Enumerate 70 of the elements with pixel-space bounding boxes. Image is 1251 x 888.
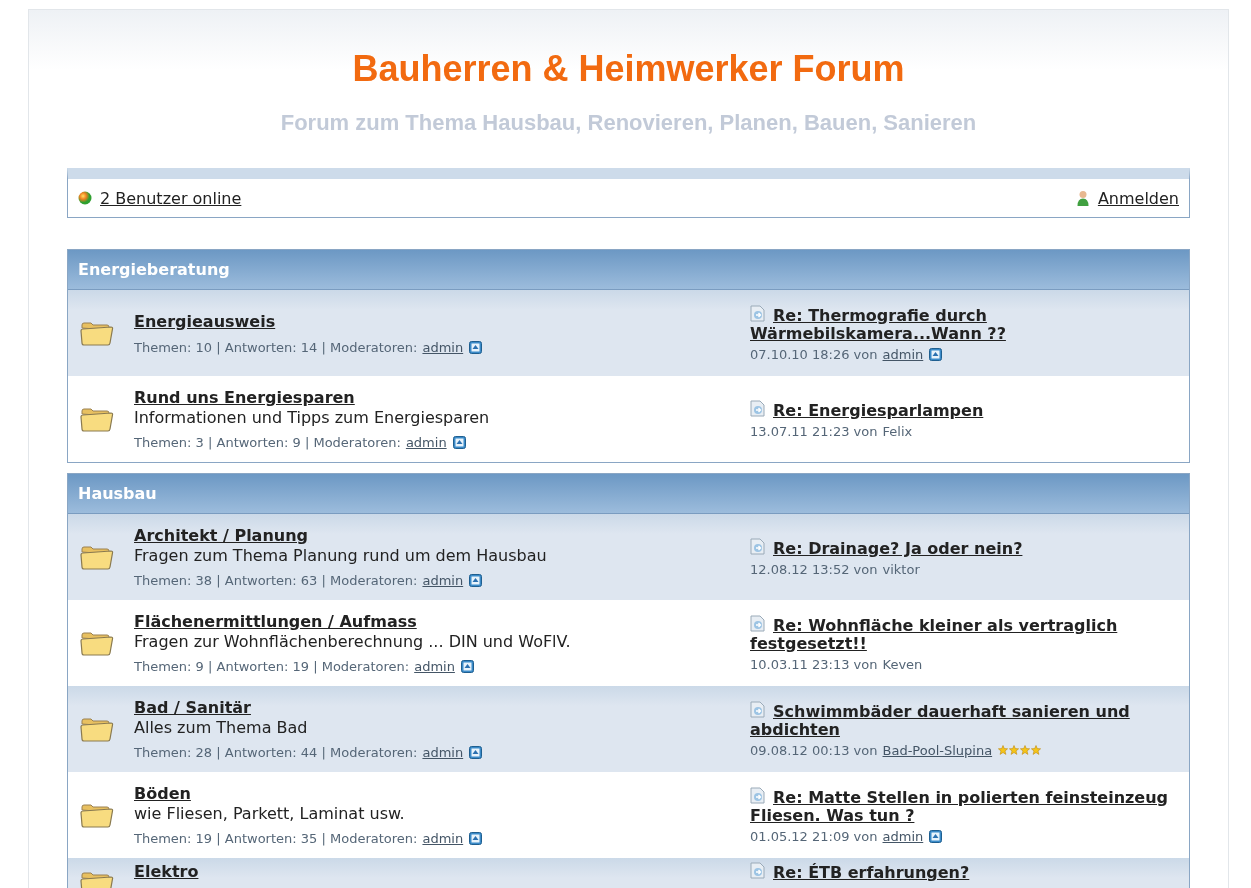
profile-icon	[469, 746, 483, 759]
forum-title-link[interactable]: Flächenermittlungen / Aufmass	[134, 612, 750, 632]
forum-title-link[interactable]: Bad / Sanitär	[134, 698, 750, 718]
forum-title-link[interactable]: Energieausweis	[134, 311, 750, 332]
users-online-link[interactable]: 2 Benutzer online	[100, 188, 242, 208]
last-post-link[interactable]: Re: Thermografie durch Wärmebilskamera...Wann ??	[750, 304, 1169, 343]
forum-description: Fragen zur Wohnflächenberechnung ... DIN und WoFlV.	[134, 632, 572, 651]
user-icon	[1075, 190, 1090, 206]
forum-description: wie Fliesen, Parkett, Laminat usw.	[134, 804, 406, 823]
folder-icon	[80, 543, 114, 571]
forum-title-link[interactable]: Rund uns Energiesparen	[134, 388, 750, 408]
post-date: 12.08.12 13:52 von	[750, 561, 878, 577]
last-post-link[interactable]: Re: ÉTB erfahrungen?	[750, 862, 1169, 882]
author-name: Felix	[882, 423, 913, 439]
forum-stats: Themen: 28 | Antworten: 44 | Moderatoren:	[134, 745, 418, 760]
last-post-link[interactable]: Re: Matte Stellen in polierten feinsteinzeug Fliesen. Was tun ?	[750, 786, 1169, 825]
post-date: 07.10.10 18:26 von	[750, 346, 878, 362]
forum-description: Informationen und Tipps zum Energiesparen	[134, 408, 491, 427]
section-header: Energieberatung	[68, 250, 1189, 290]
forum-stats: Themen: 3 | Antworten: 9 | Moderatoren:	[134, 435, 401, 450]
author-link[interactable]: admin	[882, 828, 924, 844]
profile-icon	[469, 340, 483, 354]
post-icon	[750, 399, 765, 417]
post-icon	[750, 862, 765, 879]
author-name: viktor	[882, 561, 920, 577]
author-link[interactable]: Bad-Pool-Slupina	[882, 742, 993, 758]
online-status-icon	[78, 191, 92, 205]
post-date: 13.07.11 21:23 von	[750, 423, 878, 439]
login-link[interactable]: Anmelden	[1097, 188, 1179, 208]
post-date: 10.03.11 23:13 von	[750, 656, 878, 672]
forum-title: Bauherren & Heimwerker Forum	[351, 47, 906, 90]
moderator-link[interactable]: admin	[422, 339, 464, 355]
profile-icon	[469, 574, 483, 587]
post-icon	[750, 614, 765, 632]
moderator-link[interactable]: admin	[422, 745, 464, 760]
section-header: Hausbau	[68, 474, 1189, 514]
post-icon	[750, 304, 765, 322]
post-date: 09.08.12 00:13 von	[750, 742, 878, 758]
moderator-link[interactable]: admin	[422, 573, 464, 588]
post-icon	[750, 786, 765, 804]
post-icon	[750, 537, 765, 555]
forum-title-link[interactable]: Elektro	[134, 862, 750, 882]
forum-stats: Themen: 38 | Antworten: 63 | Moderatoren:	[134, 573, 418, 588]
last-post-link[interactable]: Re: Energiesparlampen	[750, 399, 1169, 420]
profile-icon	[469, 832, 483, 845]
forum-title-link[interactable]: Architekt / Planung	[134, 526, 750, 546]
profile-icon	[452, 436, 466, 449]
folder-icon	[80, 715, 114, 743]
folder-icon	[80, 319, 114, 347]
forum-title-link[interactable]: Böden	[134, 784, 750, 804]
author-name: Keven	[882, 656, 923, 672]
profile-icon	[460, 660, 474, 673]
author-link[interactable]: admin	[882, 346, 924, 362]
last-post-link[interactable]: Schwimmbäder dauerhaft sanieren und abdichten	[750, 700, 1169, 739]
forum-subtitle: Forum zum Thema Hausbau, Renovieren, Planen, Bauen, Sanieren	[279, 110, 978, 136]
last-post-link[interactable]: Re: Wohnfläche kleiner als vertraglich festgesetzt!!	[750, 614, 1169, 653]
forum-stats: Themen: 19 | Antworten: 35 | Moderatoren:	[134, 831, 418, 846]
folder-icon	[80, 801, 114, 829]
forum-description: Fragen zum Thema Planung rund um dem Hausbau	[134, 546, 548, 565]
moderator-link[interactable]: admin	[422, 831, 464, 846]
post-date: 01.05.12 21:09 von	[750, 828, 878, 844]
forum-stats: Themen: 10 | Antworten: 14 | Moderatoren:	[134, 339, 418, 355]
folder-icon	[80, 629, 114, 657]
moderator-link[interactable]: admin	[414, 659, 455, 674]
folder-icon	[80, 405, 114, 433]
forum-stats: Themen: 9 | Antworten: 19 | Moderatoren:	[134, 659, 410, 674]
moderator-link[interactable]: admin	[405, 435, 447, 450]
post-icon	[750, 700, 765, 718]
last-post-link[interactable]: Re: Drainage? Ja oder nein?	[750, 537, 1169, 558]
forum-description: Alles zum Thema Bad	[134, 718, 309, 737]
